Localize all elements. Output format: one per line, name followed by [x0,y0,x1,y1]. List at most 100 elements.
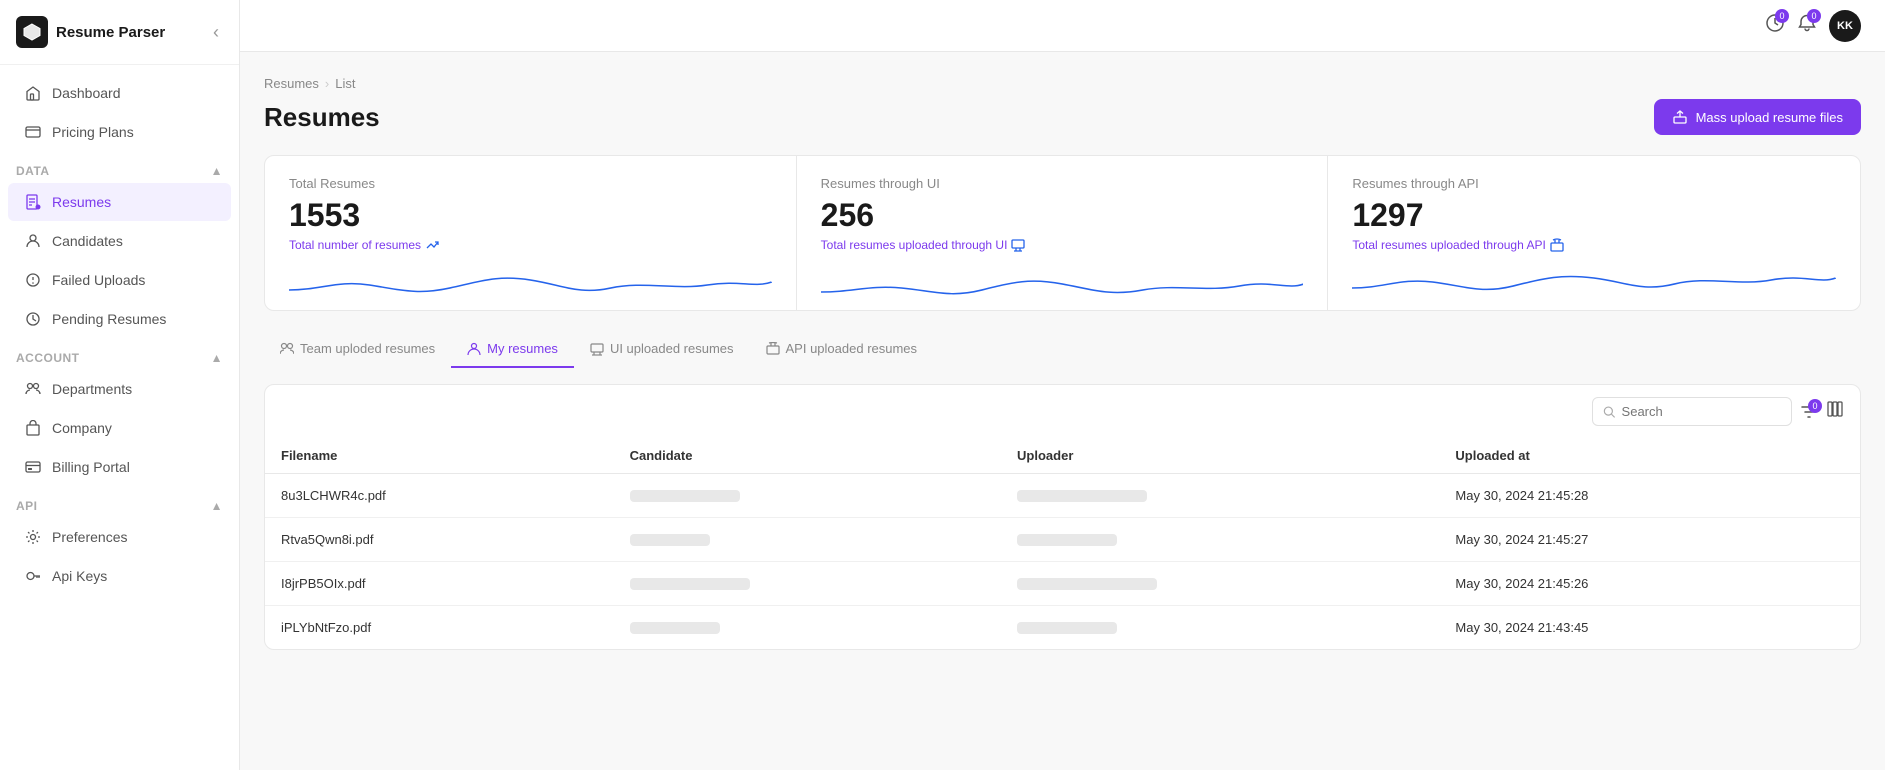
main-content: Resumes › List Resumes Mass upload resum… [240,52,1885,770]
departments-icon [24,380,42,398]
sidebar-item-api-keys[interactable]: Api Keys [8,557,231,595]
sidebar-item-dashboard[interactable]: Dashboard [8,74,231,112]
home-icon [24,84,42,102]
table-section: 0 Filename Candidate Uploader Uploaded a… [264,384,1861,650]
pending-icon [24,310,42,328]
company-icon [24,419,42,437]
pricing-icon [24,123,42,141]
col-uploader: Uploader [1001,438,1439,474]
breadcrumb-separator: › [325,76,329,91]
tab-team-uploaded[interactable]: Team uploded resumes [264,331,451,368]
cell-filename: 8u3LCHWR4c.pdf [265,474,614,518]
sidebar-item-preferences[interactable]: Preferences [8,518,231,556]
sidebar-item-departments-label: Departments [52,381,132,397]
stat-total-value: 1553 [289,197,772,234]
sidebar-item-billing-label: Billing Portal [52,459,130,475]
col-candidate: Candidate [614,438,1001,474]
sidebar-item-pending-resumes[interactable]: Pending Resumes [8,300,231,338]
mass-upload-label: Mass upload resume files [1696,110,1843,125]
breadcrumb: Resumes › List [264,76,1861,91]
sidebar-item-pricing[interactable]: Pricing Plans [8,113,231,151]
stats-grid: Total Resumes 1553 Total number of resum… [264,155,1861,311]
search-box[interactable] [1592,397,1792,426]
topbar: 0 0 KK [240,0,1885,52]
filter-button[interactable]: 0 [1800,403,1818,421]
columns-button[interactable] [1826,400,1844,423]
preferences-icon [24,528,42,546]
cell-uploader [1001,606,1439,650]
history-badge: 0 [1775,9,1789,23]
sidebar-nav: Dashboard Pricing Plans Data ▲ Resumes C… [0,65,239,770]
sidebar-item-company-label: Company [52,420,112,436]
cell-candidate [614,606,1001,650]
sidebar-item-resumes[interactable]: Resumes [8,183,231,221]
data-section-chevron: ▲ [211,164,223,178]
cell-uploader [1001,474,1439,518]
sidebar-item-company[interactable]: Company [8,409,231,447]
page-header: Resumes Mass upload resume files [264,99,1861,135]
data-section-header: Data ▲ [0,152,239,182]
table-toolbar: 0 [265,385,1860,438]
stat-card-total: Total Resumes 1553 Total number of resum… [265,156,797,310]
sidebar-item-failed-uploads-label: Failed Uploads [52,272,145,288]
cell-uploaded-at: May 30, 2024 21:43:45 [1439,606,1860,650]
col-filename: Filename [265,438,614,474]
main-area: 0 0 KK Resumes › List Resumes Mass uploa… [240,0,1885,770]
candidates-icon [24,232,42,250]
api-section-header: API ▲ [0,487,239,517]
stat-api-sub: Total resumes uploaded through API [1352,238,1836,252]
app-logo-icon [16,16,48,48]
table-row[interactable]: I8jrPB5OIx.pdf May 30, 2024 21:45:26 [265,562,1860,606]
stat-ui-value: 256 [821,197,1304,234]
cell-filename: Rtva5Qwn8i.pdf [265,518,614,562]
sidebar-item-billing[interactable]: Billing Portal [8,448,231,486]
tab-my-resumes[interactable]: My resumes [451,331,574,368]
sidebar-item-preferences-label: Preferences [52,529,127,545]
resumes-table: Filename Candidate Uploader Uploaded at … [265,438,1860,649]
cell-uploaded-at: May 30, 2024 21:45:26 [1439,562,1860,606]
col-uploaded-at: Uploaded at [1439,438,1860,474]
breadcrumb-resumes: Resumes [264,76,319,91]
api-keys-icon [24,567,42,585]
cell-candidate [614,474,1001,518]
cell-filename: iPLYbNtFzo.pdf [265,606,614,650]
cell-uploaded-at: May 30, 2024 21:45:28 [1439,474,1860,518]
tab-ui-uploaded[interactable]: UI uploaded resumes [574,331,750,368]
user-avatar[interactable]: KK [1829,10,1861,42]
sidebar-item-pricing-label: Pricing Plans [52,124,134,140]
stat-total-label: Total Resumes [289,176,772,191]
sidebar: Resume Parser ‹ Dashboard Pricing Plans … [0,0,240,770]
table-row[interactable]: 8u3LCHWR4c.pdf May 30, 2024 21:45:28 [265,474,1860,518]
sidebar-logo: Resume Parser ‹ [0,0,239,65]
tab-api-label: API uploaded resumes [786,341,918,356]
page-title: Resumes [264,102,380,133]
table-row[interactable]: iPLYbNtFzo.pdf May 30, 2024 21:43:45 [265,606,1860,650]
tab-api-uploaded[interactable]: API uploaded resumes [750,331,934,368]
cell-candidate [614,562,1001,606]
stat-api-label: Resumes through API [1352,176,1836,191]
account-section-chevron: ▲ [211,351,223,365]
search-icon [1603,405,1616,419]
tab-my-label: My resumes [487,341,558,356]
sidebar-item-resumes-label: Resumes [52,194,111,210]
history-icon-button[interactable]: 0 [1765,13,1785,38]
table-row[interactable]: Rtva5Qwn8i.pdf May 30, 2024 21:45:27 [265,518,1860,562]
search-input[interactable] [1622,404,1781,419]
tab-team-label: Team uploded resumes [300,341,435,356]
sidebar-item-pending-resumes-label: Pending Resumes [52,311,166,327]
app-name: Resume Parser [56,24,165,41]
bell-icon-button[interactable]: 0 [1797,13,1817,38]
stat-ui-label: Resumes through UI [821,176,1304,191]
stat-api-value: 1297 [1352,197,1836,234]
bell-badge: 0 [1807,9,1821,23]
breadcrumb-list: List [335,76,355,91]
sidebar-item-failed-uploads[interactable]: Failed Uploads [8,261,231,299]
stat-card-ui: Resumes through UI 256 Total resumes upl… [797,156,1329,310]
sidebar-item-candidates[interactable]: Candidates [8,222,231,260]
cell-filename: I8jrPB5OIx.pdf [265,562,614,606]
sidebar-item-departments[interactable]: Departments [8,370,231,408]
cell-candidate [614,518,1001,562]
sidebar-collapse-button[interactable]: ‹ [209,18,223,47]
mass-upload-button[interactable]: Mass upload resume files [1654,99,1861,135]
cell-uploaded-at: May 30, 2024 21:45:27 [1439,518,1860,562]
